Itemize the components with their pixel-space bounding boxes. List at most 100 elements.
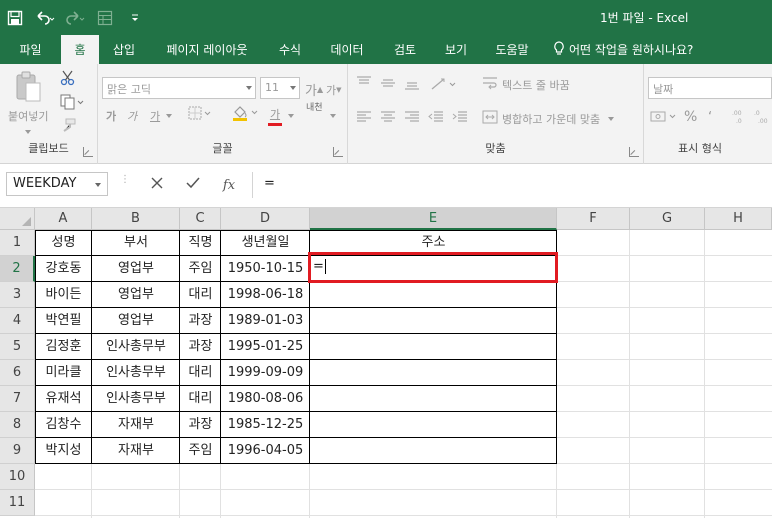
align-center-button[interactable] <box>380 110 396 127</box>
table-cell[interactable]: 1989-01-03 <box>221 308 310 334</box>
font-name-combo[interactable]: 맑은 고딕 <box>102 77 256 99</box>
table-cell[interactable]: 강호동 <box>35 256 92 282</box>
table-cell[interactable]: 주임 <box>180 256 221 282</box>
column-header-e[interactable]: E <box>310 208 557 230</box>
borders-button[interactable] <box>188 106 212 123</box>
row-header-7[interactable]: 7 <box>0 386 35 412</box>
redo-icon[interactable] <box>60 0 90 35</box>
table-cell[interactable]: 영업부 <box>92 282 180 308</box>
decrease-indent-button[interactable] <box>428 110 444 127</box>
tell-me-search[interactable]: 어떤 작업을 원하시나요? <box>543 35 705 64</box>
tab-data[interactable]: 데이터 <box>315 35 379 64</box>
column-header-b[interactable]: B <box>92 208 180 230</box>
table-cell[interactable]: 1995-01-25 <box>221 334 310 360</box>
table-cell[interactable]: 영업부 <box>92 308 180 334</box>
cancel-entry-button[interactable] <box>146 174 168 196</box>
alignment-launcher-icon[interactable] <box>629 147 639 157</box>
table-header-cell[interactable]: 생년월일 <box>221 230 310 256</box>
accounting-format-button[interactable] <box>650 110 680 127</box>
tab-file[interactable]: 파일 <box>0 35 61 64</box>
table-cell[interactable]: 대리 <box>180 386 221 412</box>
row-header-1[interactable]: 1 <box>0 230 35 256</box>
orientation-button[interactable] <box>430 76 458 95</box>
merge-center-button[interactable]: 병합하고 가운데 맞춤 <box>482 110 615 127</box>
align-middle-button[interactable] <box>380 76 396 93</box>
comma-style-button[interactable]: ‘ <box>708 110 712 125</box>
table-cell[interactable]: 김정훈 <box>35 334 92 360</box>
table-header-cell[interactable]: 부서 <box>92 230 180 256</box>
tab-review[interactable]: 검토 <box>379 35 431 64</box>
table-header-cell[interactable]: 성명 <box>35 230 92 256</box>
row-header-4[interactable]: 4 <box>0 308 35 334</box>
bold-button[interactable]: 가 <box>106 108 116 124</box>
phonetic-button[interactable]: 내천 <box>306 104 323 113</box>
table-cell[interactable]: 과장 <box>180 412 221 438</box>
undo-icon[interactable] <box>30 0 60 35</box>
column-header-h[interactable]: H <box>705 208 772 230</box>
table-cell[interactable]: 인사총무부 <box>92 386 180 412</box>
table-cell[interactable]: 인사총무부 <box>92 360 180 386</box>
save-icon[interactable] <box>0 0 30 35</box>
format-painter-button[interactable] <box>60 118 76 135</box>
paste-button[interactable]: 붙여넣기 <box>8 70 48 134</box>
table-cell[interactable]: 바이든 <box>35 282 92 308</box>
font-size-combo[interactable]: 11 <box>260 77 300 99</box>
table-cell[interactable]: 대리 <box>180 360 221 386</box>
table-cell[interactable]: 박연필 <box>35 308 92 334</box>
align-top-button[interactable] <box>356 76 372 93</box>
table-cell[interactable]: 박지성 <box>35 438 92 464</box>
increase-indent-button[interactable] <box>452 110 468 127</box>
font-color-dropdown-icon[interactable] <box>288 114 294 118</box>
align-left-button[interactable] <box>356 110 372 127</box>
underline-dropdown-icon[interactable] <box>166 114 172 118</box>
table-cell[interactable]: 1980-08-06 <box>221 386 310 412</box>
column-header-d[interactable]: D <box>221 208 310 230</box>
number-format-combo[interactable]: 날짜 <box>648 77 772 99</box>
active-cell-editor[interactable]: = <box>313 257 326 277</box>
row-header-8[interactable]: 8 <box>0 412 35 438</box>
table-cell[interactable]: 1950-10-15 <box>221 256 310 282</box>
increase-decimal-button[interactable]: .00.0 <box>732 108 750 127</box>
tab-view[interactable]: 보기 <box>431 35 481 64</box>
table-cell[interactable]: 김창수 <box>35 412 92 438</box>
customize-qat-icon[interactable] <box>120 0 150 35</box>
underline-button[interactable]: 가 <box>150 108 160 124</box>
clipboard-launcher-icon[interactable] <box>83 147 93 157</box>
tab-formulas[interactable]: 수식 <box>265 35 315 64</box>
cut-button[interactable] <box>60 70 76 89</box>
font-color-button[interactable]: 가 <box>268 106 282 126</box>
table-cell[interactable]: 유재석 <box>35 386 92 412</box>
column-header-f[interactable]: F <box>557 208 630 230</box>
table-cell[interactable]: 1999-09-09 <box>221 360 310 386</box>
tab-home[interactable]: 홈 <box>61 35 99 64</box>
row-header-6[interactable]: 6 <box>0 360 35 386</box>
table-cell[interactable]: 주임 <box>180 438 221 464</box>
tab-help[interactable]: 도움말 <box>481 35 543 64</box>
table-cell[interactable]: 인사총무부 <box>92 334 180 360</box>
row-header-11[interactable]: 11 <box>0 490 35 516</box>
fill-color-button[interactable] <box>232 104 260 125</box>
insert-function-button[interactable]: fx <box>218 174 240 196</box>
table-cell[interactable]: 자재부 <box>92 438 180 464</box>
grow-font-button[interactable]: 가 ▲ <box>305 80 323 99</box>
wrap-text-button[interactable]: 텍스트 줄 바꿈 <box>482 76 570 93</box>
font-launcher-icon[interactable] <box>333 147 343 157</box>
tab-page-layout[interactable]: 페이지 레이아웃 <box>149 35 265 64</box>
form-icon[interactable] <box>90 0 120 35</box>
table-cell[interactable]: 1996-04-05 <box>221 438 310 464</box>
confirm-entry-button[interactable] <box>182 174 204 196</box>
table-cell[interactable]: 1998-06-18 <box>221 282 310 308</box>
table-cell[interactable]: 과장 <box>180 334 221 360</box>
decrease-decimal-button[interactable]: .0.00 <box>754 108 772 127</box>
percent-button[interactable]: % <box>684 109 697 125</box>
column-header-g[interactable]: G <box>630 208 705 230</box>
table-cell[interactable]: 미라클 <box>35 360 92 386</box>
row-header-2[interactable]: 2 <box>0 256 35 282</box>
row-header-9[interactable]: 9 <box>0 438 35 464</box>
phonetic-dropdown-icon[interactable] <box>330 114 336 118</box>
column-header-a[interactable]: A <box>35 208 92 230</box>
formula-input[interactable]: = <box>264 176 275 191</box>
formula-bar-grip-icon[interactable]: ⋮ <box>120 175 130 185</box>
align-right-button[interactable] <box>404 110 420 127</box>
row-header-10[interactable]: 10 <box>0 464 35 490</box>
